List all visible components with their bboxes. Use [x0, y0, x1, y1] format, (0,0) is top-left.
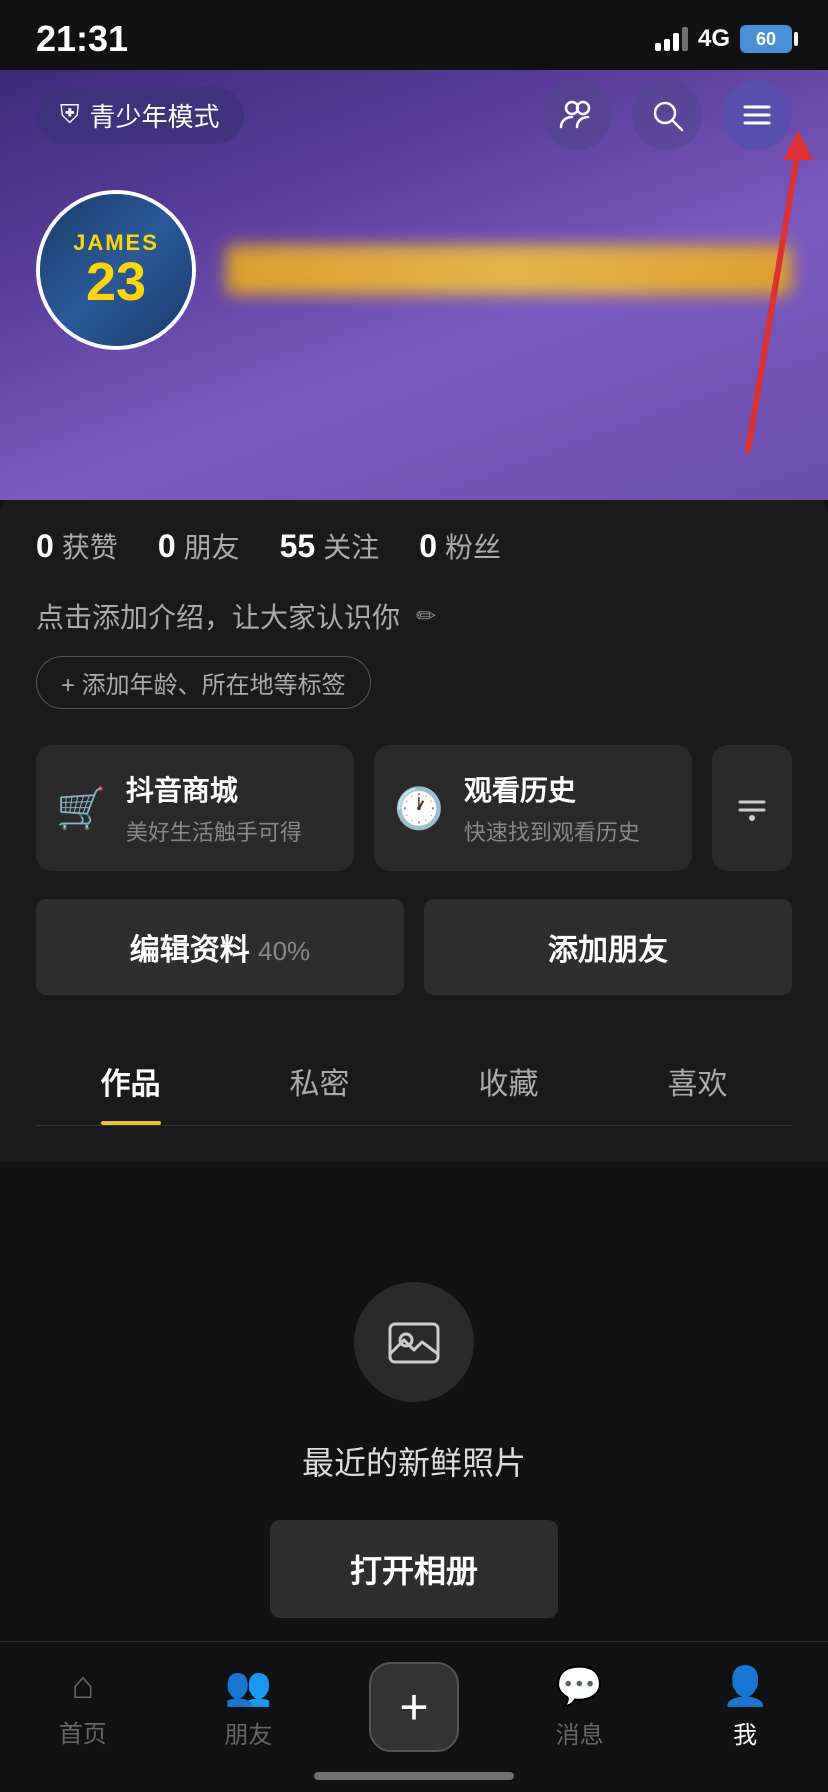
status-time: 21:31 — [36, 18, 128, 60]
home-indicator — [314, 1772, 514, 1780]
dark-section: 0 获赞 0 朋友 55 关注 0 粉丝 点击添加介绍，让大家认识你 ✏ + 添… — [0, 490, 828, 1162]
action-cards: 🛒 抖音商城 美好生活触手可得 🕐 观看历史 快速找到观看历史 — [36, 745, 792, 871]
nav-messages-label: 消息 — [556, 1715, 604, 1750]
battery-indicator: 60 — [740, 25, 792, 53]
search-icon-btn[interactable] — [632, 80, 702, 150]
edit-profile-label: 编辑资料 — [130, 934, 258, 967]
stat-likes: 0 获赞 — [36, 526, 118, 566]
nav-create[interactable]: + — [364, 1662, 464, 1752]
status-icons: 4G 60 — [655, 25, 792, 53]
stats-row: 0 获赞 0 朋友 55 关注 0 粉丝 — [36, 526, 792, 566]
nav-home-label: 首页 — [59, 1714, 107, 1749]
network-label: 4G — [698, 25, 730, 53]
friends-nav-icon: 👥 — [225, 1665, 272, 1709]
shop-text: 抖音商城 美好生活触手可得 — [126, 769, 302, 847]
followers-number: 0 — [419, 528, 437, 565]
nav-icons — [542, 80, 792, 150]
signal-icon — [655, 27, 688, 51]
edit-profile-percent: 40% — [258, 936, 310, 966]
top-nav: ⛨ 青少年模式 — [36, 80, 792, 150]
empty-state: 最近的新鲜照片 打开相册 — [0, 1162, 828, 1678]
friends-number: 0 — [158, 528, 176, 565]
tag-add-btn[interactable]: + 添加年龄、所在地等标签 — [36, 656, 371, 709]
empty-title: 最近的新鲜照片 — [302, 1438, 526, 1484]
status-bar: 21:31 4G 60 — [0, 0, 828, 70]
home-icon: ⌂ — [71, 1665, 94, 1708]
tag-add-label: + 添加年龄、所在地等标签 — [61, 665, 346, 700]
shop-icon: 🛒 — [56, 785, 106, 832]
tab-works-label: 作品 — [101, 1068, 161, 1101]
likes-number: 0 — [36, 528, 54, 565]
stat-following[interactable]: 55 关注 — [280, 526, 380, 566]
nav-me-label: 我 — [733, 1715, 757, 1750]
open-album-btn[interactable]: 打开相册 — [270, 1520, 558, 1618]
plus-btn[interactable]: + — [369, 1662, 459, 1752]
messages-icon: 💬 — [556, 1665, 603, 1709]
profile-info-row: JAMES 23 — [36, 190, 792, 350]
username-blurred — [226, 245, 792, 295]
history-icon: 🕐 — [394, 785, 444, 832]
edit-icon: ✏ — [416, 602, 436, 631]
nav-home[interactable]: ⌂ 首页 — [33, 1665, 133, 1749]
tab-likes-label: 喜欢 — [668, 1068, 728, 1101]
nav-friends-label: 朋友 — [224, 1715, 272, 1750]
following-label: 关注 — [323, 526, 379, 566]
stat-followers: 0 粉丝 — [419, 526, 501, 566]
youth-mode-label: 青少年模式 — [90, 97, 220, 134]
nav-friends[interactable]: 👥 朋友 — [198, 1665, 298, 1750]
history-text: 观看历史 快速找到观看历史 — [464, 769, 640, 847]
tab-private-label: 私密 — [290, 1068, 350, 1101]
bio-placeholder: 点击添加介绍，让大家认识你 — [36, 596, 400, 636]
bottom-nav: ⌂ 首页 👥 朋友 + 💬 消息 👤 我 — [0, 1641, 828, 1792]
shop-card[interactable]: 🛒 抖音商城 美好生活触手可得 — [36, 745, 354, 871]
friends-label: 朋友 — [184, 526, 240, 566]
history-title: 观看历史 — [464, 769, 640, 809]
friends-icon-btn[interactable] — [542, 80, 612, 150]
tab-likes[interactable]: 喜欢 — [603, 1031, 792, 1125]
jersey-number: 23 — [86, 255, 146, 309]
stat-friends: 0 朋友 — [158, 526, 240, 566]
add-friend-btn[interactable]: 添加朋友 — [424, 899, 792, 995]
followers-label: 粉丝 — [445, 526, 501, 566]
likes-label: 获赞 — [62, 526, 118, 566]
cta-buttons: 编辑资料 40% 添加朋友 — [36, 899, 792, 995]
nav-messages[interactable]: 💬 消息 — [530, 1665, 630, 1750]
shop-subtitle: 美好生活触手可得 — [126, 815, 302, 847]
nav-me[interactable]: 👤 我 — [695, 1665, 795, 1750]
tab-private[interactable]: 私密 — [225, 1031, 414, 1125]
profile-header: ⛨ 青少年模式 — [0, 70, 828, 500]
more-btn[interactable] — [712, 745, 792, 871]
plus-icon: + — [399, 1678, 428, 1736]
tab-favorites-label: 收藏 — [479, 1068, 539, 1101]
empty-icon — [354, 1282, 474, 1402]
avatar-inner: JAMES 23 — [40, 194, 192, 346]
bio-row[interactable]: 点击添加介绍，让大家认识你 ✏ — [36, 596, 792, 636]
edit-profile-btn[interactable]: 编辑资料 40% — [36, 899, 404, 995]
youth-icon: ⛨ — [60, 99, 80, 131]
tab-favorites[interactable]: 收藏 — [414, 1031, 603, 1125]
following-number: 55 — [280, 528, 316, 565]
me-icon: 👤 — [722, 1665, 769, 1709]
open-album-label: 打开相册 — [350, 1553, 478, 1589]
tab-works[interactable]: 作品 — [36, 1031, 225, 1125]
tabs-row: 作品 私密 收藏 喜欢 — [36, 1031, 792, 1126]
menu-icon-btn[interactable] — [722, 80, 792, 150]
avatar[interactable]: JAMES 23 — [36, 190, 196, 350]
history-subtitle: 快速找到观看历史 — [464, 815, 640, 847]
shop-title: 抖音商城 — [126, 769, 302, 809]
add-friend-label: 添加朋友 — [548, 934, 668, 967]
history-card[interactable]: 🕐 观看历史 快速找到观看历史 — [374, 745, 692, 871]
youth-mode-badge[interactable]: ⛨ 青少年模式 — [36, 87, 244, 144]
